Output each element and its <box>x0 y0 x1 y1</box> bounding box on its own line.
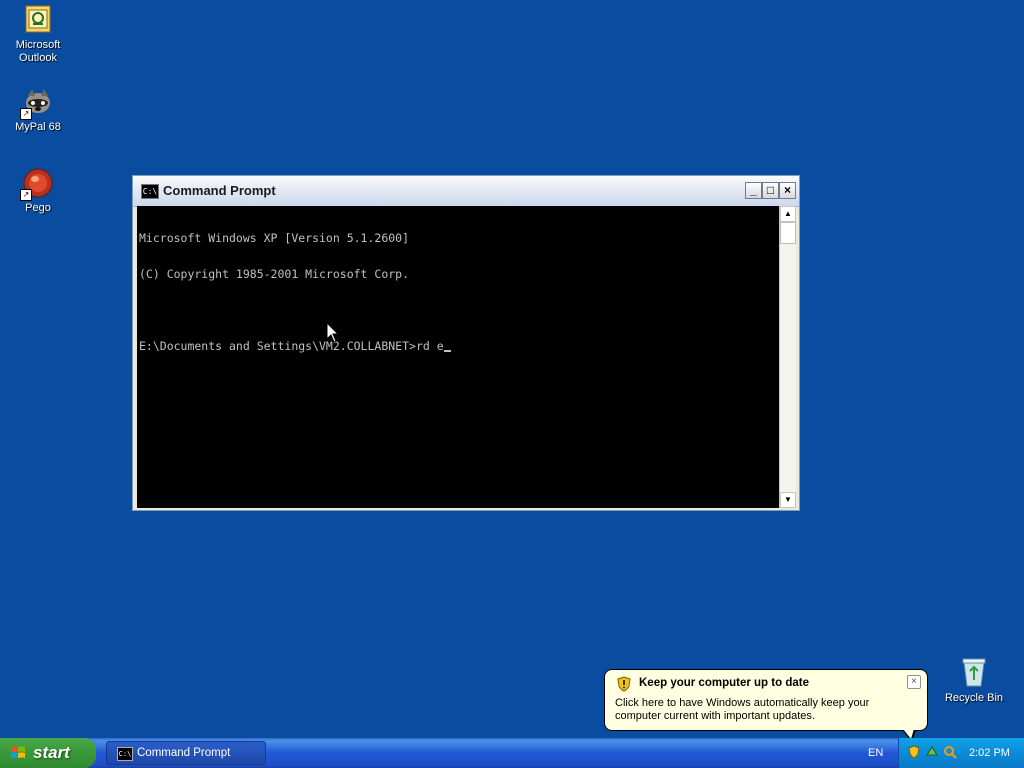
console-command: E:\Documents and Settings\VM2.COLLABNET>… <box>139 339 444 353</box>
balloon-title: Keep your computer up to date <box>639 677 809 689</box>
window-titlebar[interactable]: C:\ Command Prompt _ □ × <box>133 176 799 207</box>
balloon-text[interactable]: Click here to have Windows automatically… <box>615 697 915 723</box>
outlook-label: Microsoft Outlook <box>15 39 61 64</box>
recycle-bin-label: Recycle Bin <box>944 692 1004 704</box>
mouse-pointer-icon <box>326 322 340 343</box>
shortcut-arrow-icon: ↗ <box>20 108 32 120</box>
pego-label: Pego <box>25 202 51 214</box>
language-indicator[interactable]: EN <box>868 747 883 759</box>
start-button[interactable]: start <box>0 738 96 768</box>
close-button[interactable]: × <box>779 182 796 199</box>
recycle-bin-icon <box>958 656 990 688</box>
desktop-icon-mypal[interactable]: ↗ MyPal 68 <box>0 86 76 134</box>
taskbar: start C:\ Command Prompt EN 2:02 PM <box>0 738 1024 768</box>
minimize-button[interactable]: _ <box>745 182 762 199</box>
update-balloon[interactable]: Keep your computer up to date Click here… <box>604 669 928 731</box>
taskbar-button-label: Command Prompt <box>137 747 231 759</box>
network-icon[interactable] <box>925 745 939 759</box>
cmd-icon: C:\ <box>141 184 159 199</box>
scroll-down-button[interactable]: ▼ <box>780 492 796 508</box>
security-shield-icon[interactable] <box>907 745 921 759</box>
search-icon[interactable] <box>943 745 957 759</box>
clock[interactable]: 2:02 PM <box>969 747 1010 759</box>
cmd-icon: C:\ <box>117 747 133 761</box>
scroll-thumb[interactable] <box>780 222 796 244</box>
taskbar-button-command-prompt[interactable]: C:\ Command Prompt <box>106 741 266 765</box>
scroll-up-button[interactable]: ▲ <box>780 206 796 222</box>
text-cursor <box>443 350 451 352</box>
pego-icon: ↗ <box>20 167 54 201</box>
system-tray: 2:02 PM <box>898 738 1024 768</box>
start-label: start <box>33 743 70 762</box>
console-output[interactable]: Microsoft Windows XP [Version 5.1.2600] … <box>137 206 779 508</box>
desktop-icon-outlook[interactable]: Microsoft Outlook <box>0 4 76 65</box>
desktop-icon-recycle-bin[interactable]: Recycle Bin <box>936 656 1012 704</box>
console-line: (C) Copyright 1985-2001 Microsoft Corp. <box>139 267 410 281</box>
console-prompt-line: E:\Documents and Settings\VM2.COLLABNET>… <box>139 340 779 352</box>
shortcut-arrow-icon: ↗ <box>20 189 32 201</box>
desktop-icon-pego[interactable]: ↗ Pego <box>0 167 76 215</box>
maximize-button[interactable]: □ <box>762 182 779 199</box>
outlook-icon <box>22 4 54 36</box>
console-line: Microsoft Windows XP [Version 5.1.2600] <box>139 231 410 245</box>
balloon-close-button[interactable]: × <box>907 675 921 689</box>
window-title: Command Prompt <box>163 183 276 198</box>
command-prompt-window[interactable]: C:\ Command Prompt _ □ × Microsoft Windo… <box>132 175 800 511</box>
raccoon-icon: ↗ <box>20 86 54 120</box>
mypal-label: MyPal 68 <box>15 121 61 133</box>
security-shield-icon <box>617 676 631 692</box>
vertical-scrollbar[interactable]: ▲ ▼ <box>779 206 796 508</box>
windows-flag-icon <box>11 746 25 758</box>
